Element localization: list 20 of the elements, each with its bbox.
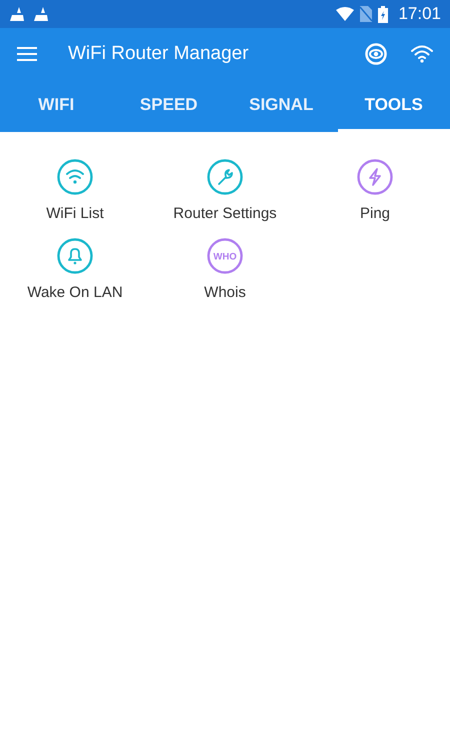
tool-item[interactable]: WiFi List [46,159,104,222]
menu-icon[interactable] [17,46,37,62]
tool-label: WiFi List [46,205,104,222]
wifi-signal-icon [336,7,354,21]
app-title: WiFi Router Manager [68,43,250,65]
tool-item[interactable]: Ping [357,159,393,222]
wifi-icon[interactable] [411,45,433,63]
tool-label: Router Settings [173,205,277,222]
tool-item[interactable]: Wake On LAN [27,238,123,301]
tool-label: Whois [204,284,246,301]
no-sim-icon [360,6,372,22]
tool-label: Wake On LAN [27,284,123,301]
tool-item[interactable]: Router Settings [173,159,277,222]
tool-label: Ping [360,205,390,222]
who-icon: WHO [207,238,243,274]
tab[interactable]: TOOLS [338,80,450,132]
eye-icon[interactable] [365,43,387,65]
tool-item[interactable]: WHO Whois [204,238,246,301]
battery-icon [378,6,388,22]
status-time: 17:01 [398,4,441,24]
